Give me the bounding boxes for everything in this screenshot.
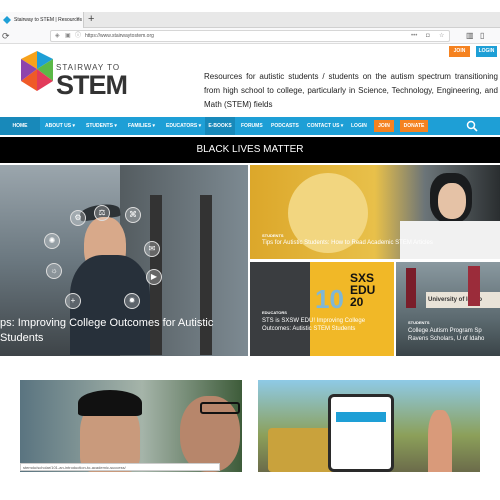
- nav-item-login[interactable]: LOGIN: [351, 117, 367, 135]
- nav-item-families[interactable]: FAMILIES ▾: [128, 117, 155, 135]
- nav-label: FAMILIES: [128, 123, 152, 129]
- university-sign: University of Idaho: [426, 292, 500, 308]
- person-hair: [78, 390, 142, 416]
- card-3-category[interactable]: STUDENTS: [408, 320, 500, 325]
- main-nav: HOME ABOUT US ▾ STUDENTS ▾ FAMILIES ▾ ED…: [0, 117, 500, 135]
- site-tagline: Resources for autistic students / studen…: [204, 72, 498, 109]
- article-image-1[interactable]: [20, 380, 242, 472]
- nav-label: ABOUT US: [45, 123, 72, 129]
- reload-icon[interactable]: ⟳: [2, 30, 10, 42]
- nav-join-button[interactable]: JOIN: [374, 120, 394, 132]
- nav-item-students[interactable]: STUDENTS ▾: [86, 117, 117, 135]
- nav-item-ebooks[interactable]: E-BOOKS: [205, 117, 235, 135]
- status-url: stemdu/scholar/101-an-introduction-to-ac…: [20, 463, 220, 471]
- header-login-button[interactable]: LOGIN: [476, 46, 497, 57]
- card-1-category[interactable]: STUDENTS: [262, 233, 497, 238]
- nav-label: STUDENTS: [86, 123, 113, 129]
- shield-icon[interactable]: ◈: [55, 33, 60, 39]
- more-icon[interactable]: •••: [411, 33, 417, 39]
- library-icon[interactable]: ▥: [466, 30, 474, 42]
- tab-title: Stairway to STEM | Resources: [14, 17, 82, 23]
- sun-icon: ✹: [124, 293, 140, 309]
- browser-toolbar: ⟳ ◈ ▣ ⓘ https://www.stairwaytostem.org •…: [0, 28, 500, 44]
- logo-text-stem: STEM: [56, 70, 128, 100]
- network-icon: ⌘: [125, 207, 141, 223]
- mail-icon: ✉: [144, 241, 160, 257]
- phone-screen-bar: [336, 412, 386, 422]
- poster-text: SXS EDU 20: [350, 271, 376, 309]
- featured-card-1[interactable]: STUDENTS Tips for Autistic Students: How…: [250, 165, 500, 259]
- nav-donate-button[interactable]: DONATE: [400, 120, 428, 132]
- nav-item-forums[interactable]: FORUMS: [241, 117, 263, 135]
- nav-label: CONTACT US: [307, 123, 340, 129]
- address-bar[interactable]: ◈ ▣ ⓘ https://www.stairwaytostem.org •••…: [50, 30, 450, 42]
- new-tab-icon[interactable]: +: [88, 12, 94, 28]
- pocket-icon[interactable]: ◘: [426, 33, 430, 39]
- light-icon: ☼: [46, 263, 62, 279]
- card-2-category[interactable]: EDUCATORS: [262, 310, 390, 315]
- card-3-title[interactable]: College Autism Program Sp Ravens Scholar…: [408, 327, 500, 343]
- main-card-title[interactable]: ps: Improving College Outcomes for Autis…: [0, 316, 240, 346]
- person: [428, 410, 452, 472]
- person: [468, 266, 480, 306]
- student-face: [438, 183, 466, 219]
- close-tab-icon[interactable]: ×: [76, 12, 80, 28]
- person: [406, 268, 416, 308]
- site-favicon-icon: [3, 16, 11, 24]
- lightbulb-icon: ✺: [44, 233, 60, 249]
- header-join-button[interactable]: JOIN: [449, 46, 470, 57]
- sidebar-icon[interactable]: ▯: [480, 30, 484, 42]
- featured-card-3[interactable]: University of Idaho STUDENTS College Aut…: [396, 262, 500, 356]
- lock-icon[interactable]: ▣: [65, 33, 71, 39]
- nav-label: EDUCATORS: [166, 123, 198, 129]
- nav-item-contact[interactable]: CONTACT US ▾: [307, 117, 343, 135]
- plus-icon: +: [65, 293, 81, 309]
- phone-mockup: [328, 394, 394, 472]
- nav-item-home[interactable]: HOME: [0, 117, 40, 135]
- browser-tab-bar: Stairway to STEM | Resources × +: [0, 12, 500, 28]
- featured-card-main[interactable]: ⚙ ⚖ ⌘ ✺ ✉ ☼ ▶ + ✹ ps: Improving College …: [0, 165, 248, 356]
- scales-icon: ⚖: [94, 205, 110, 221]
- black-lives-matter-banner[interactable]: BLACK LIVES MATTER: [0, 137, 500, 163]
- glasses: [200, 402, 240, 414]
- search-icon[interactable]: [466, 120, 478, 132]
- bookmark-star-icon[interactable]: ☆: [439, 33, 444, 39]
- nav-item-educators[interactable]: EDUCATORS ▾: [166, 117, 201, 135]
- browser-tab[interactable]: Stairway to STEM | Resources ×: [0, 12, 84, 28]
- site-logo-icon[interactable]: [21, 51, 55, 99]
- featured-card-2[interactable]: 10 SXS EDU 20 EDUCATORS STS is SXSW EDU!…: [250, 262, 394, 356]
- nav-item-podcasts[interactable]: PODCASTS: [271, 117, 299, 135]
- gear-icon: ⚙: [70, 210, 86, 226]
- info-icon[interactable]: ⓘ: [75, 33, 81, 39]
- url-text: https://www.stairwaytostem.org: [85, 33, 154, 39]
- article-image-2[interactable]: [258, 380, 480, 472]
- card-1-title[interactable]: Tips for Autistic Students: How to Read …: [262, 240, 497, 246]
- nav-item-about[interactable]: ABOUT US ▾: [45, 117, 75, 135]
- card-2-title[interactable]: STS is SXSW EDU! Improving College Outco…: [262, 317, 390, 333]
- play-icon: ▶: [146, 269, 162, 285]
